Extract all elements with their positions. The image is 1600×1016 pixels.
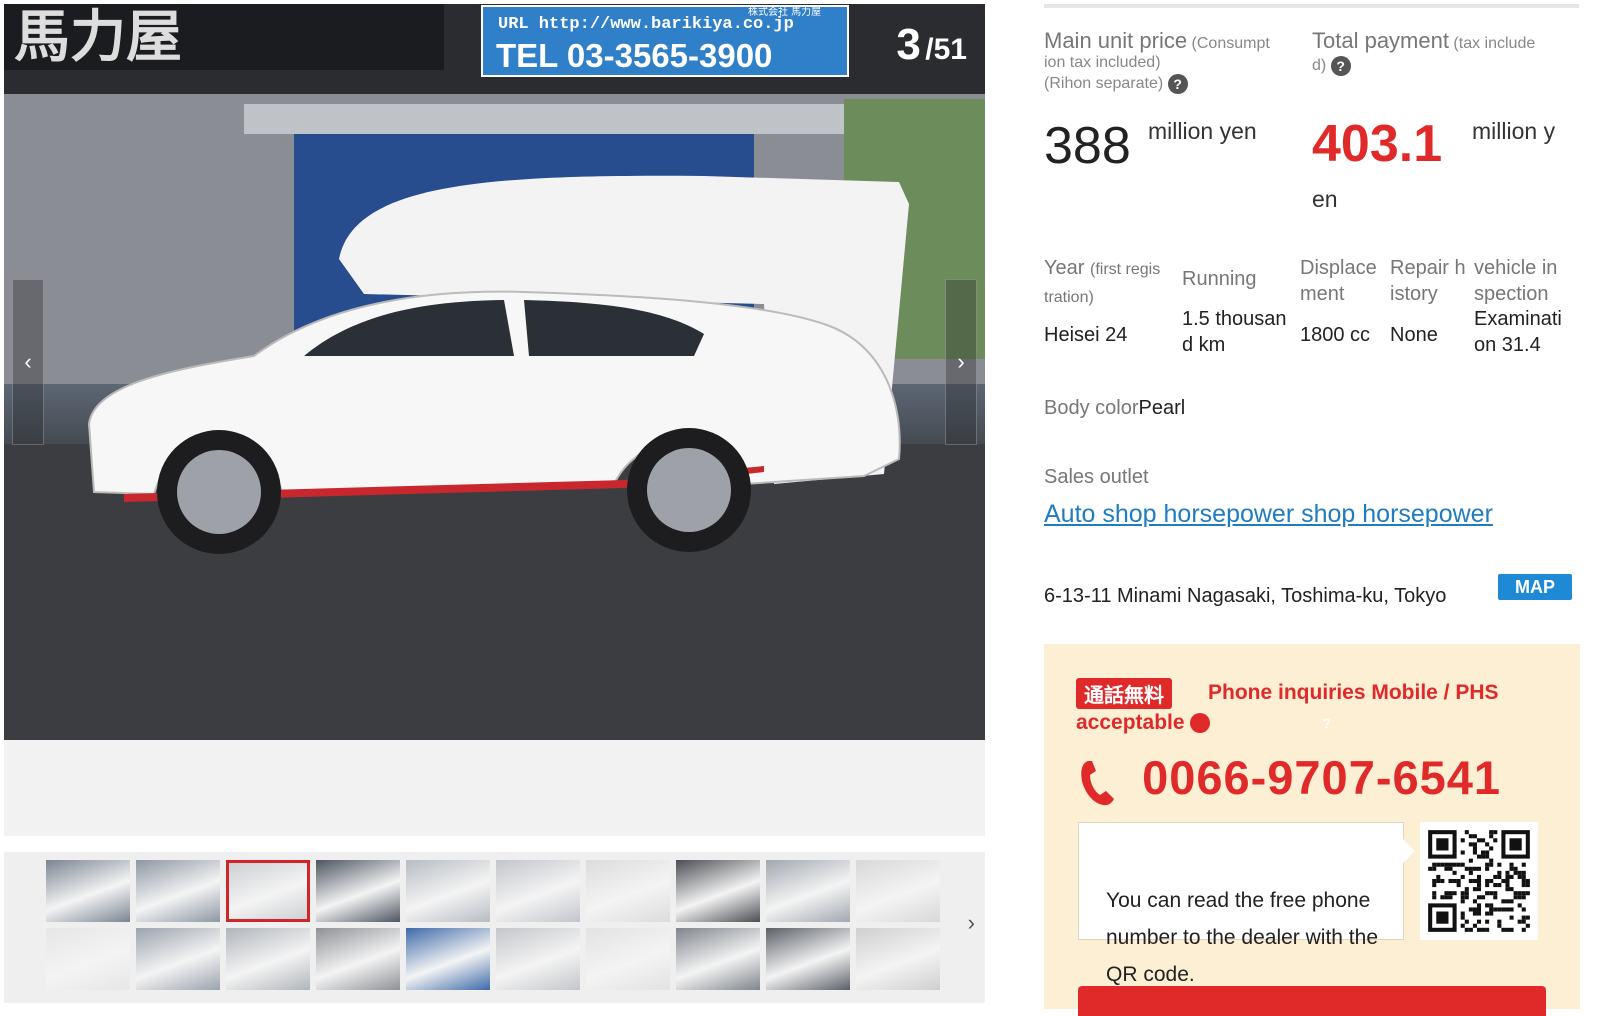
map-button[interactable]: MAP (1498, 574, 1572, 600)
thumbnail[interactable] (316, 928, 400, 990)
main-price-value: 388 (1044, 117, 1131, 175)
main-price-note-2: ion tax included) (1044, 54, 1161, 71)
thumbnail[interactable] (226, 860, 310, 922)
body-color-label: Body color (1044, 397, 1139, 419)
total-price-note-2: d) (1312, 57, 1327, 75)
free-call-badge: 通話無料 (1076, 678, 1172, 709)
thumbnail[interactable] (46, 860, 130, 922)
spec-repair-label: Repair h istory (1390, 255, 1466, 307)
main-price-note: (Consumpt (1191, 35, 1270, 52)
main-price-label: Main unit price (1044, 28, 1188, 53)
running-value-2: d km (1182, 334, 1226, 356)
next-photo-button[interactable]: › (945, 279, 977, 445)
running-value: 1.5 thousan (1182, 308, 1287, 330)
car-photo-illustration: 馬力屋 URL http://www.barikiya.co.jp 株式会社 馬… (4, 4, 985, 740)
spec-displacement-label: Displace ment (1300, 255, 1377, 307)
phone-number-row[interactable]: 0066-9707-6541 (1078, 750, 1501, 807)
year-note-2: tration) (1044, 289, 1094, 306)
year-label: Year (1044, 257, 1085, 279)
sales-outlet-label: Sales outlet (1044, 466, 1149, 488)
thumbnail[interactable] (676, 928, 760, 990)
spec-year-value: Heisei 24 (1044, 324, 1128, 346)
thumbnail-strip: › (4, 852, 985, 1003)
total-price-unit-continued: en (1312, 186, 1338, 212)
inspection-value: Examinati (1474, 308, 1562, 330)
thumbnail[interactable] (856, 860, 940, 922)
spec-inspection-label: vehicle in spection (1474, 255, 1557, 307)
thumbnail[interactable] (406, 928, 490, 990)
spec-running-label: Running (1182, 268, 1257, 290)
thumbnail-grid (46, 860, 946, 990)
call-button[interactable] (1078, 986, 1546, 1016)
chevron-left-icon: ‹ (24, 349, 32, 374)
shop-sign-company: 株式会社 馬力屋 (748, 5, 821, 18)
thumbnail[interactable] (226, 928, 310, 990)
thumbnail[interactable] (316, 860, 400, 922)
divider (1044, 4, 1579, 8)
thumbnail[interactable] (766, 860, 850, 922)
qr-code (1420, 822, 1538, 940)
spec-year-label: Year (first regis tration) (1044, 255, 1160, 311)
main-price-note-3: (Rihon separate) (1044, 75, 1164, 93)
body-color-value: Pearl (1138, 397, 1186, 419)
thumbnail[interactable] (856, 928, 940, 990)
photo-caption-area (4, 740, 985, 836)
year-note: (first regis (1089, 261, 1161, 278)
main-price-unit: million yen (1148, 118, 1257, 144)
phone-icon (1081, 760, 1114, 805)
help-icon[interactable]: ? (1190, 713, 1331, 734)
thumbnail[interactable] (136, 860, 220, 922)
thumbnail[interactable] (136, 928, 220, 990)
previous-photo-button[interactable]: ‹ (12, 279, 44, 445)
displacement-label: Displace (1300, 257, 1377, 279)
photo-counter-current: 3 (896, 20, 921, 69)
photo-counter-total: /51 (925, 33, 967, 66)
thumbnail[interactable] (406, 860, 490, 922)
main-photo[interactable]: 馬力屋 URL http://www.barikiya.co.jp 株式会社 馬… (4, 4, 985, 740)
thumbnail[interactable] (586, 928, 670, 990)
qr-instruction-text: You can read the free phone number to th… (1106, 889, 1378, 986)
inspection-label-2: spection (1474, 283, 1549, 305)
spec-repair-value: None (1390, 324, 1438, 346)
thumbnail[interactable] (766, 928, 850, 990)
photo-counter: 3 /51 (896, 20, 967, 70)
total-payment: Total payment (tax include d) ? (1312, 28, 1580, 76)
phone-inquiry-box: Phone inquiries Mobile / PHS acceptable … (1044, 644, 1580, 1016)
thumbnail[interactable] (586, 860, 670, 922)
total-price-value: 403.1 (1312, 115, 1443, 173)
dealer-name-link[interactable]: Auto shop horsepower shop horsepower (1044, 500, 1493, 529)
main-unit-price: Main unit price (Consumpt ion tax includ… (1044, 28, 1312, 94)
total-price-label: Total payment (1312, 28, 1449, 53)
spec-displacement-value: 1800 cc (1300, 324, 1371, 346)
inspection-value-2: on 31.4 (1474, 334, 1541, 356)
dealer-address: 6-13-11 Minami Nagasaki, Toshima-ku, Tok… (1044, 585, 1447, 607)
thumbnail[interactable] (496, 860, 580, 922)
help-icon[interactable]: ? (1167, 74, 1188, 94)
body-color: Body colorPearl (1044, 397, 1185, 420)
thumbnail[interactable] (46, 928, 130, 990)
chevron-right-icon: › (957, 349, 965, 374)
help-icon[interactable]: ? (1330, 56, 1351, 76)
phone-number: 0066-9707-6541 (1142, 751, 1502, 804)
thumbnail-next-button[interactable]: › (968, 910, 975, 936)
displacement-label-2: ment (1300, 283, 1345, 305)
spec-running-value: 1.5 thousan d km (1182, 306, 1287, 358)
inspection-label: vehicle in (1474, 257, 1558, 279)
thumbnail[interactable] (676, 860, 760, 922)
total-price-note: (tax include (1453, 35, 1536, 52)
shop-sign-text: 馬力屋 (14, 5, 182, 70)
total-price-unit: million y (1472, 118, 1556, 144)
spec-inspection-value: Examinati on 31.4 (1474, 306, 1562, 358)
repair-label-2: istory (1390, 283, 1438, 305)
chevron-right-icon: › (967, 910, 975, 935)
shop-sign-tel: TEL 03-3565-3900 (496, 37, 772, 74)
repair-label: Repair h (1390, 257, 1466, 279)
thumbnail[interactable] (496, 928, 580, 990)
